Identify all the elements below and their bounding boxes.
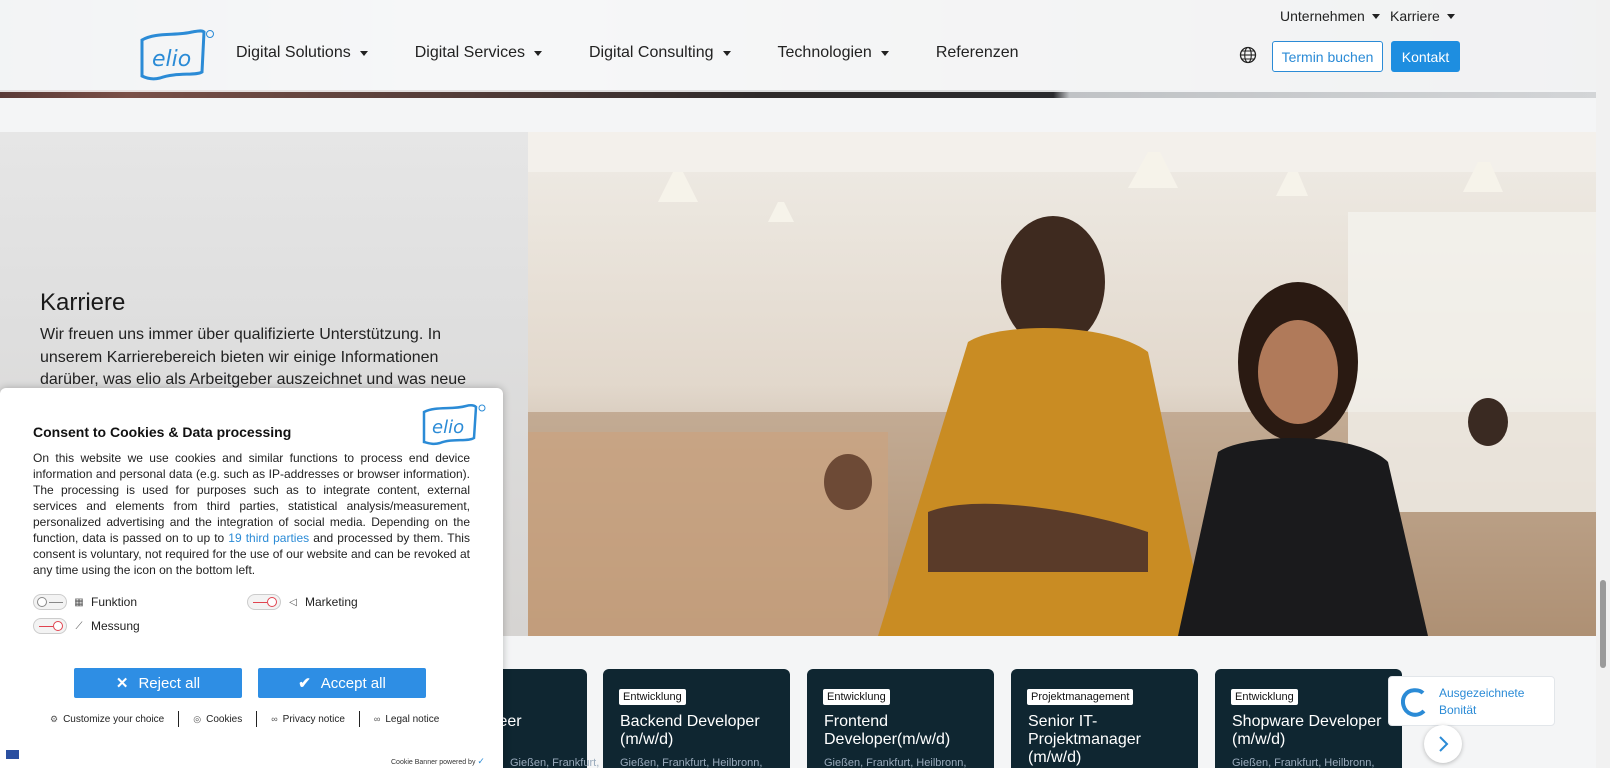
job-title: Frontend Developer(m/w/d) (824, 713, 951, 748)
toggle-messung[interactable]: ⟋ Messung (33, 618, 140, 634)
elio-logo: elio (422, 404, 486, 446)
customize-link[interactable]: Customize your choice (63, 714, 164, 725)
legal-notice-link[interactable]: Legal notice (385, 714, 439, 725)
job-title: Shopware Developer (m/w/d) (1232, 713, 1382, 748)
consent-title: Consent to Cookies & Data processing (33, 424, 292, 440)
toggle-switch[interactable] (33, 618, 67, 634)
page-scrollbar[interactable] (1596, 0, 1610, 768)
job-title: Backend Developer (m/w/d) (620, 713, 760, 748)
chevron-down-icon (880, 50, 889, 56)
chevron-down-icon (1446, 13, 1455, 19)
consent-links: ⚙ Customize your choice ◎ Cookies ∞ Privacy… (50, 711, 439, 727)
book-appointment-button[interactable]: Termin buchen (1272, 41, 1383, 72)
nav-label: Technologien (777, 44, 872, 61)
privacy-notice-link[interactable]: Privacy notice (283, 714, 345, 725)
divider (178, 711, 180, 727)
divider (256, 711, 258, 727)
site-header: elio Digital Solutions Digital Services … (0, 0, 1596, 92)
cookies-link[interactable]: Cookies (206, 714, 242, 725)
job-category-tag: Entwicklung (619, 689, 686, 705)
gear-icon: ⚙ (50, 713, 59, 724)
main-nav: Digital Solutions Digital Services Digit… (236, 44, 1066, 62)
elio-logo[interactable]: elio (136, 26, 218, 84)
hero-photo (528, 132, 1596, 636)
toggle-switch[interactable] (247, 594, 281, 610)
nav-technologien[interactable]: Technologien (778, 44, 889, 62)
topnav-unternehmen[interactable]: Unternehmen (1280, 8, 1380, 24)
link-icon: ∞ (373, 714, 381, 724)
job-category-tag: Projektmanagement (1027, 689, 1134, 705)
check-badge-icon: ✓ (477, 756, 485, 766)
job-card[interactable]: Entwicklung Frontend Developer(m/w/d) Gi… (807, 669, 994, 768)
toggle-label: Marketing (305, 595, 358, 609)
toggle-label: Funktion (91, 595, 138, 609)
scrollbar-thumb[interactable] (1600, 580, 1606, 668)
close-icon: ✕ (115, 675, 129, 692)
toggle-funktion[interactable]: ▦ Funktion (33, 594, 137, 610)
nav-label: Digital Services (414, 44, 525, 61)
megaphone-icon: ◁ (289, 596, 297, 608)
hero-description: Wir freuen uns immer über qualifizierte … (40, 326, 467, 388)
cookie-icon: ◎ (193, 713, 202, 724)
badge-line: Bonität (1439, 703, 1477, 717)
consent-description: On this website we use cookies and simil… (33, 450, 470, 578)
language-flag-icon[interactable] (6, 750, 19, 759)
job-category-tag: Entwicklung (1231, 689, 1298, 705)
nav-digital-services[interactable]: Digital Services (415, 44, 542, 62)
job-card[interactable]: Projektmanagement Senior IT-Projektmanag… (1011, 669, 1198, 768)
toggle-marketing[interactable]: ◁ Marketing (247, 594, 358, 610)
nav-digital-solutions[interactable]: Digital Solutions (236, 44, 368, 62)
button-label: Reject all (138, 674, 201, 692)
globe-icon[interactable] (1239, 46, 1257, 64)
nav-digital-consulting[interactable]: Digital Consulting (589, 44, 731, 62)
link-icon: ∞ (271, 714, 278, 724)
cookie-consent-dialog: Consent to Cookies & Data processing eli… (0, 388, 503, 768)
svg-text:elio: elio (152, 47, 191, 72)
job-card[interactable]: Entwicklung Backend Developer (m/w/d) Gi… (603, 669, 790, 768)
job-location: Gießen, Frankfurt, Heilbronn, (1232, 757, 1375, 768)
accept-all-button[interactable]: ✔ Accept all (258, 668, 426, 698)
carousel-next-button[interactable] (1424, 725, 1462, 763)
page-title: Karriere (40, 289, 126, 316)
third-parties-link[interactable]: 19 third parties (228, 531, 309, 545)
contact-button[interactable]: Kontakt (1391, 41, 1460, 72)
powered-by-text: Cookie Banner powered by (391, 759, 476, 766)
svg-text:elio: elio (432, 417, 464, 438)
badge-line: Ausgezeichnete (1439, 686, 1525, 700)
nav-label: Referenzen (935, 44, 1019, 61)
nav-referenzen[interactable]: Referenzen (936, 44, 1019, 62)
topnav-karriere[interactable]: Karriere (1390, 8, 1455, 24)
topnav-label: Unternehmen (1280, 8, 1365, 24)
divider (358, 711, 360, 727)
chevron-down-icon (534, 50, 542, 56)
nav-label: Digital Consulting (589, 44, 714, 61)
credit-rating-badge[interactable]: Ausgezeichnete Bonität (1388, 676, 1555, 726)
topnav-label: Karriere (1390, 8, 1440, 24)
nav-label: Digital Solutions (236, 44, 351, 61)
job-category-tag: Entwicklung (823, 689, 890, 705)
job-location: Gießen, Frankfurt, Heilbronn, (824, 757, 967, 768)
badge-text: Ausgezeichnete Bonität (1439, 685, 1524, 719)
button-label: Accept all (320, 674, 386, 692)
crefo-logo-icon (1401, 688, 1426, 717)
toggle-label: Messung (91, 619, 140, 633)
function-icon: ▦ (74, 596, 84, 608)
job-location: Gießen, Frankfurt, Heilbronn, (620, 757, 763, 768)
toggle-switch[interactable] (33, 594, 67, 610)
reject-all-button[interactable]: ✕ Reject all (74, 668, 242, 698)
chevron-down-icon (359, 50, 368, 56)
chevron-down-icon (722, 50, 731, 56)
job-card[interactable]: Entwicklung Shopware Developer (m/w/d) G… (1215, 669, 1402, 768)
chart-line-icon: ⟋ (75, 620, 83, 632)
chevron-right-icon (1439, 736, 1449, 752)
job-title: Senior IT-Projektmanager (m/w/d) (1028, 713, 1141, 766)
check-icon: ✔ (298, 675, 311, 692)
chevron-down-icon (1371, 13, 1380, 19)
powered-by-label[interactable]: Cookie Banner powered by ✓ (391, 756, 485, 767)
